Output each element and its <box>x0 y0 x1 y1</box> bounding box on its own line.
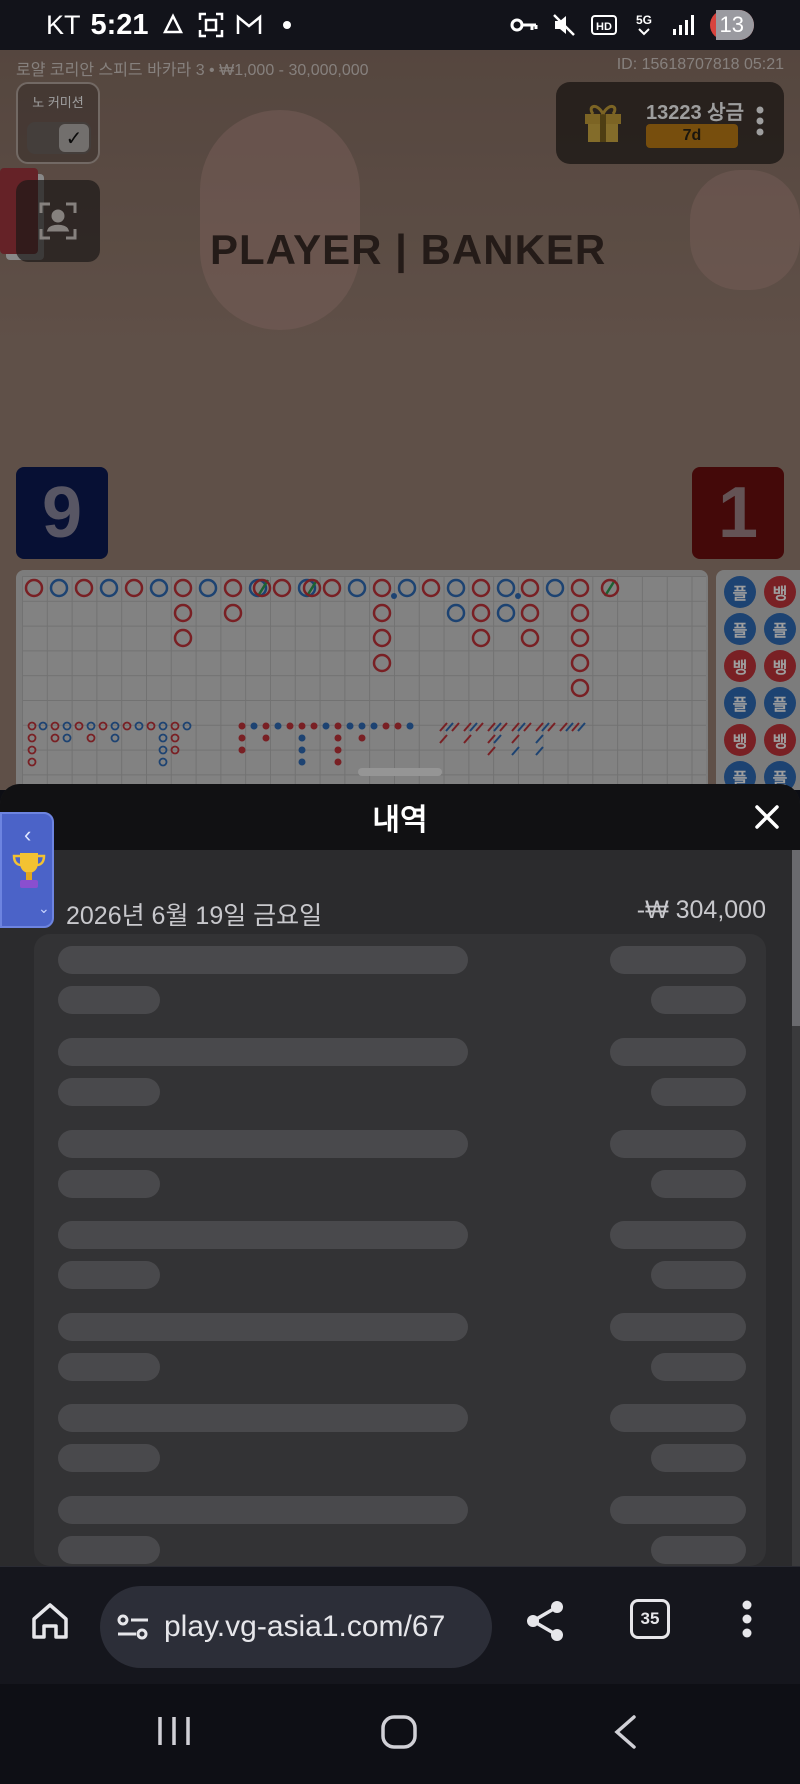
history-daily-total: -₩ 304,000 <box>636 896 766 924</box>
history-date: 2026년 6월 19일 금요일 <box>66 902 323 930</box>
skeleton-row <box>58 1130 746 1200</box>
dot-icon <box>273 11 301 39</box>
back-icon[interactable] <box>612 1714 638 1750</box>
skeleton-row <box>58 1404 746 1474</box>
more-vert-icon[interactable] <box>756 106 764 136</box>
vpn-key-icon <box>510 11 538 39</box>
bead-road-item: 뱅 <box>764 650 796 682</box>
bead-road-item: 플 <box>764 687 796 719</box>
leaderboard-widget[interactable]: ‹ ⌄ <box>0 812 54 928</box>
dealer-hand-blur-right <box>690 170 800 290</box>
hd-voice-icon: HD <box>590 11 618 39</box>
tab-switcher-button[interactable]: 35 <box>630 1599 670 1639</box>
svg-text:5G: 5G <box>636 13 652 27</box>
scrollbar-thumb[interactable] <box>792 850 800 1026</box>
bead-road: 플뱅플플뱅뱅플플뱅뱅플플 <box>716 570 800 790</box>
history-sheet: 내역 2026년 6월 19일 금요일 -₩ 304,000 <box>0 784 800 1566</box>
sheet-header: 내역 <box>0 784 800 850</box>
gift-icon <box>585 105 621 142</box>
trophy-icon <box>12 853 46 888</box>
chevron-left-icon[interactable]: ‹ <box>24 822 31 848</box>
sheet-title: 내역 <box>372 804 428 837</box>
live-game-view[interactable]: 로얄 코리안 스피드 바카라 3 • ₩1,000 - 30,000,000 I… <box>0 50 800 790</box>
gmail-icon <box>235 11 263 39</box>
roadmap-grid <box>22 576 706 790</box>
history-date-row[interactable]: 2026년 6월 19일 금요일 -₩ 304,000 <box>66 896 766 932</box>
close-button[interactable] <box>750 800 784 834</box>
chevron-down-icon[interactable]: ⌄ <box>38 900 50 917</box>
bead-road-item: 플 <box>724 613 756 645</box>
scoreboard-roadmap[interactable] <box>16 570 708 790</box>
notification-app-icon <box>159 11 187 39</box>
address-bar[interactable]: play.vg-asia1.com/67 <box>100 1586 492 1668</box>
bead-road-item: 플 <box>724 576 756 608</box>
svg-text:HD: HD <box>596 21 612 33</box>
player-score: 9 <box>16 467 108 559</box>
system-nav-bar <box>0 1684 800 1784</box>
reward-timer-badge: 7d <box>646 124 738 148</box>
game-info: 로얄 코리안 스피드 바카라 3 • ₩1,000 - 30,000,000 <box>16 62 369 79</box>
person-focus-icon <box>39 202 77 240</box>
skeleton-row <box>58 946 746 1016</box>
camera-view-button[interactable] <box>16 180 100 262</box>
game-round-id: ID: 15618707818 05:21 <box>616 56 784 73</box>
site-settings-icon[interactable] <box>116 1613 150 1641</box>
skeleton-row <box>58 1313 746 1383</box>
bead-road-item: 뱅 <box>764 576 796 608</box>
big-road <box>24 578 620 767</box>
battery-indicator: 13 <box>709 10 755 40</box>
bead-road-item: 뱅 <box>764 724 796 756</box>
status-bar: KT 5:21 HD 5G 13 <box>0 0 800 50</box>
battery-level: 13 <box>719 12 744 37</box>
url-text[interactable]: play.vg-asia1.com/67 <box>164 1610 445 1644</box>
bead-road-item: 뱅 <box>724 724 756 756</box>
recent-apps-icon[interactable] <box>156 1714 192 1748</box>
table-print: PLAYER | BANKER <box>210 226 607 273</box>
check-icon: ✓ <box>59 124 89 152</box>
toggle-track[interactable]: ✓ <box>27 122 91 154</box>
bead-road-item: 뱅 <box>724 650 756 682</box>
sheet-drag-handle[interactable] <box>358 768 442 776</box>
dealer-hand-blur <box>200 110 360 330</box>
no-commission-toggle[interactable]: 노 커미션 ✓ <box>16 82 100 164</box>
reward-widget[interactable]: 13223 상금 7d <box>556 82 784 164</box>
bead-road-item: 플 <box>764 613 796 645</box>
screenshot-icon <box>197 11 225 39</box>
close-icon <box>755 805 779 829</box>
share-icon[interactable] <box>524 1599 568 1643</box>
banker-score: 1 <box>692 467 784 559</box>
skeleton-row <box>58 1221 746 1291</box>
carrier-label: KT <box>46 9 81 40</box>
skeleton-row <box>58 1038 746 1108</box>
bead-road-item: 플 <box>724 687 756 719</box>
browser-toolbar: play.vg-asia1.com/67 35 <box>0 1566 800 1684</box>
skeleton-row <box>58 1496 746 1566</box>
signal-icon <box>670 11 698 39</box>
network-5g-icon: 5G <box>630 11 658 39</box>
more-vert-icon[interactable] <box>742 1599 752 1639</box>
no-commission-label: 노 커미션 <box>32 95 84 110</box>
mute-icon <box>550 11 578 39</box>
clock: 5:21 <box>90 8 149 41</box>
home-icon[interactable] <box>28 1599 72 1643</box>
home-nav-icon[interactable] <box>380 1714 418 1750</box>
history-list-loading <box>34 934 766 1566</box>
reward-count: 13223 상금 <box>646 102 744 124</box>
